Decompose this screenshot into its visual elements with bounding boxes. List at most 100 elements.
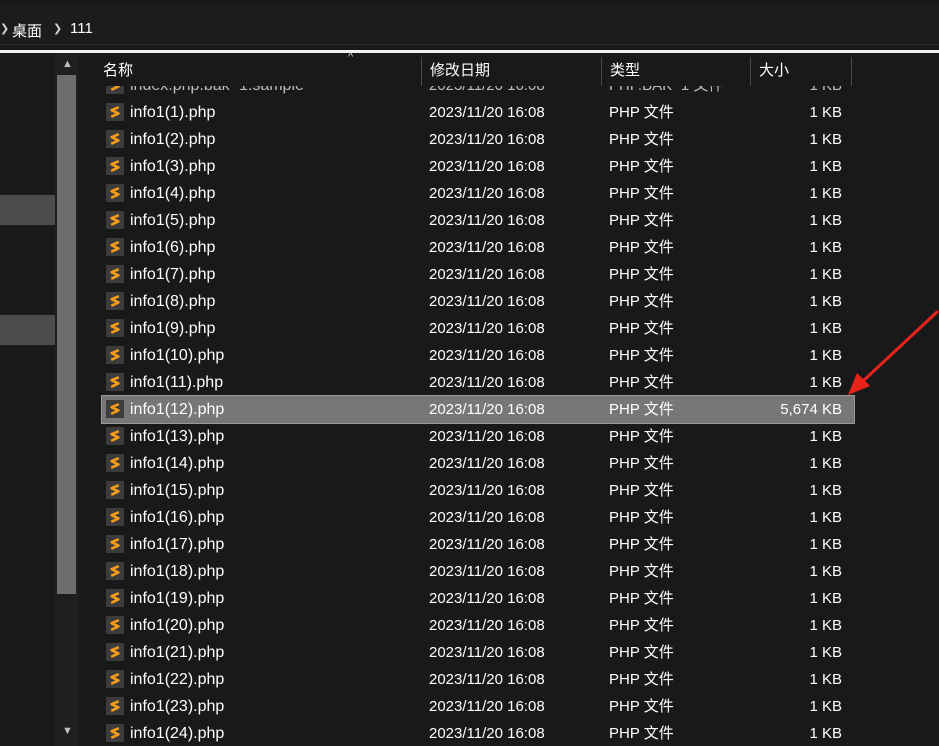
php-file-icon: [106, 670, 124, 688]
red-arrow-annotation: [848, 310, 939, 395]
table-row[interactable]: info1(23).php 2023/11/20 16:08 PHP 文件 1 KB: [102, 693, 854, 720]
file-modified-date: 2023/11/20 16:08: [429, 590, 545, 607]
file-name: info1(16).php: [130, 509, 225, 526]
table-row[interactable]: info1(20).php 2023/11/20 16:08 PHP 文件 1 KB: [102, 612, 854, 639]
file-modified-date: 2023/11/20 16:08: [429, 482, 545, 499]
file-name: info1(4).php: [130, 185, 216, 202]
php-file-icon: [106, 184, 124, 202]
file-name: info1(2).php: [130, 131, 216, 148]
table-row[interactable]: info1(21).php 2023/11/20 16:08 PHP 文件 1 KB: [102, 639, 854, 666]
file-type: PHP 文件: [609, 320, 674, 337]
php-file-icon: [106, 373, 124, 391]
file-size: 1 KB: [809, 698, 842, 715]
table-row[interactable]: info1(18).php 2023/11/20 16:08 PHP 文件 1 KB: [102, 558, 854, 585]
nav-item-selected[interactable]: [0, 315, 55, 345]
file-type: PHP 文件: [609, 239, 674, 256]
file-size: 1 KB: [809, 374, 842, 391]
file-size: 1 KB: [809, 617, 842, 634]
php-file-icon: [106, 238, 124, 256]
table-row[interactable]: info1(24).php 2023/11/20 16:08 PHP 文件 1 KB: [102, 720, 854, 746]
address-bar-inner[interactable]: ❯ 桌面 ❯ 111: [0, 5, 939, 45]
nav-item-highlighted[interactable]: [0, 195, 55, 225]
file-modified-date: 2023/11/20 16:08: [429, 509, 545, 526]
chevron-right-icon[interactable]: ❯: [53, 22, 62, 35]
file-size: 1 KB: [809, 320, 842, 337]
table-row[interactable]: info1(13).php 2023/11/20 16:08 PHP 文件 1 KB: [102, 423, 854, 450]
file-type: PHP 文件: [609, 428, 674, 445]
file-name: info1(15).php: [130, 482, 225, 499]
breadcrumb-item-folder[interactable]: 111: [70, 20, 93, 37]
table-row[interactable]: info1(4).php 2023/11/20 16:08 PHP 文件 1 KB: [102, 180, 854, 207]
table-row[interactable]: info1(10).php 2023/11/20 16:08 PHP 文件 1 KB: [102, 342, 854, 369]
table-row[interactable]: info1(5).php 2023/11/20 16:08 PHP 文件 1 KB: [102, 207, 854, 234]
table-row[interactable]: info1(3).php 2023/11/20 16:08 PHP 文件 1 KB: [102, 153, 854, 180]
file-name: info1(6).php: [130, 239, 216, 256]
nav-scrollbar[interactable]: ▲ ▼: [55, 53, 79, 746]
table-row-selected[interactable]: info1(12).php 2023/11/20 16:08 PHP 文件 5,674…: [101, 395, 855, 424]
file-modified-date: 2023/11/20 16:08: [429, 698, 545, 715]
file-type: PHP 文件: [609, 590, 674, 607]
file-modified-date: 2023/11/20 16:08: [429, 644, 545, 661]
file-type: PHP 文件: [609, 563, 674, 580]
table-row[interactable]: info1(1).php 2023/11/20 16:08 PHP 文件 1 KB: [102, 99, 854, 126]
php-file-icon: [106, 292, 124, 310]
table-row[interactable]: index.php.bak~1.sample 2023/11/20 16:08 PH…: [102, 86, 854, 99]
nav-scrollbar-thumb[interactable]: [57, 75, 76, 594]
table-row[interactable]: info1(15).php 2023/11/20 16:08 PHP 文件 1 KB: [102, 477, 854, 504]
php-file-icon: [106, 130, 124, 148]
file-size: 1 KB: [809, 347, 842, 364]
scroll-down-icon[interactable]: ▼: [62, 725, 73, 737]
table-row[interactable]: info1(22).php 2023/11/20 16:08 PHP 文件 1 KB: [102, 666, 854, 693]
file-name: info1(23).php: [130, 698, 225, 715]
file-list[interactable]: index.php.bak~1.sample 2023/11/20 16:08 PH…: [95, 86, 939, 746]
php-file-icon: [106, 724, 124, 742]
file-name: info1(19).php: [130, 590, 225, 607]
file-modified-date: 2023/11/20 16:08: [429, 401, 545, 418]
address-bar[interactable]: ❯ 桌面 ❯ 111: [0, 0, 939, 50]
table-row[interactable]: info1(7).php 2023/11/20 16:08 PHP 文件 1 KB: [102, 261, 854, 288]
table-row[interactable]: info1(19).php 2023/11/20 16:08 PHP 文件 1 KB: [102, 585, 854, 612]
file-modified-date: 2023/11/20 16:08: [429, 374, 545, 391]
file-name: info1(5).php: [130, 212, 216, 229]
php-file-icon: [106, 319, 124, 337]
php-file-icon: [106, 265, 124, 283]
file-name: info1(10).php: [130, 347, 225, 364]
file-size: 1 KB: [809, 509, 842, 526]
file-type: PHP 文件: [609, 185, 674, 202]
table-row[interactable]: info1(14).php 2023/11/20 16:08 PHP 文件 1 KB: [102, 450, 854, 477]
column-size-header[interactable]: 大小: [751, 57, 852, 86]
file-name: info1(3).php: [130, 158, 216, 175]
column-type-header[interactable]: 类型: [602, 57, 751, 86]
table-row[interactable]: info1(9).php 2023/11/20 16:08 PHP 文件 1 KB: [102, 315, 854, 342]
file-list-rows: index.php.bak~1.sample 2023/11/20 16:08 PH…: [95, 86, 939, 746]
scroll-up-icon[interactable]: ▲: [62, 58, 73, 70]
table-row[interactable]: info1(11).php 2023/11/20 16:08 PHP 文件 1 KB: [102, 369, 854, 396]
file-type: PHP 文件: [609, 671, 674, 688]
file-size: 1 KB: [809, 644, 842, 661]
breadcrumb-item-desktop[interactable]: 桌面: [12, 20, 42, 41]
table-row[interactable]: info1(6).php 2023/11/20 16:08 PHP 文件 1 KB: [102, 234, 854, 261]
file-modified-date: 2023/11/20 16:08: [429, 617, 545, 634]
file-modified-date: 2023/11/20 16:08: [429, 536, 545, 553]
file-size: 5,674 KB: [780, 401, 842, 418]
file-name: info1(17).php: [130, 536, 225, 553]
column-modified-header[interactable]: 修改日期: [422, 57, 602, 86]
column-name-header[interactable]: 名称: [95, 57, 422, 86]
chevron-right-icon[interactable]: ❯: [0, 22, 9, 35]
file-name: info1(18).php: [130, 563, 225, 580]
php-file-icon: [106, 427, 124, 445]
file-name: info1(22).php: [130, 671, 225, 688]
navigation-pane[interactable]: ▲ ▼: [0, 53, 79, 746]
file-type: PHP 文件: [609, 131, 674, 148]
file-modified-date: 2023/11/20 16:08: [429, 212, 545, 229]
file-type: PHP 文件: [609, 536, 674, 553]
address-bar-focus-line: [0, 50, 939, 53]
file-modified-date: 2023/11/20 16:08: [429, 725, 545, 742]
php-file-icon: [106, 86, 124, 94]
file-modified-date: 2023/11/20 16:08: [429, 671, 545, 688]
table-row[interactable]: info1(17).php 2023/11/20 16:08 PHP 文件 1 KB: [102, 531, 854, 558]
table-row[interactable]: info1(8).php 2023/11/20 16:08 PHP 文件 1 KB: [102, 288, 854, 315]
table-row[interactable]: info1(16).php 2023/11/20 16:08 PHP 文件 1 KB: [102, 504, 854, 531]
file-name: info1(24).php: [130, 725, 225, 742]
table-row[interactable]: info1(2).php 2023/11/20 16:08 PHP 文件 1 KB: [102, 126, 854, 153]
